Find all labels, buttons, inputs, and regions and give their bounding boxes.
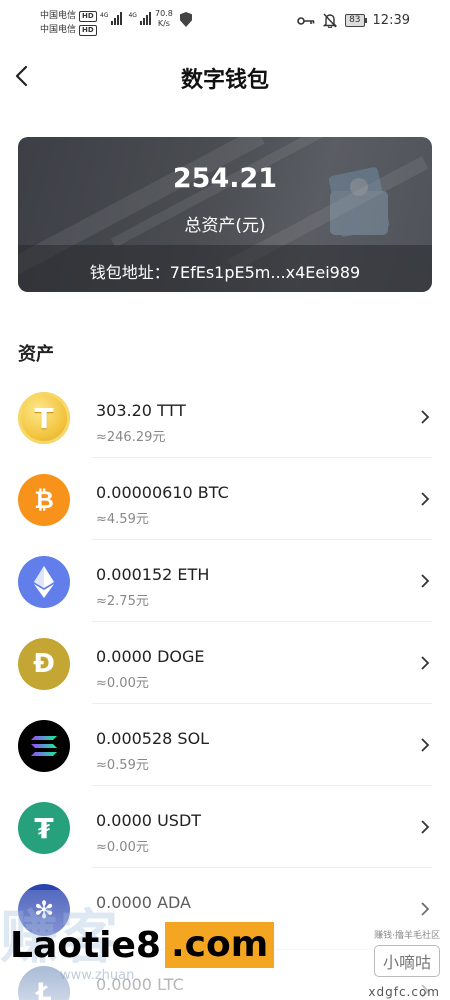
wallet-address[interactable]: 钱包地址：7EfEs1pE5m...x4Eei989 xyxy=(18,259,432,283)
watermark-url: www.zhuan xyxy=(60,968,135,983)
wallet-address-value: 7EfEs1pE5m...x4Eei989 xyxy=(169,263,361,282)
asset-value: ≈0.59元 xyxy=(96,758,149,773)
speed-value: 70.8 xyxy=(155,9,173,18)
solana-icon xyxy=(18,720,70,772)
doge-glyph: Ð xyxy=(33,649,55,679)
system-status: 83 12:39 xyxy=(297,13,410,28)
hd-badge-2: HD xyxy=(79,24,97,36)
chevron-right-icon xyxy=(421,902,430,916)
network-type-2: 4G xyxy=(128,12,137,19)
solana-glyph xyxy=(31,736,57,756)
key-icon xyxy=(297,16,315,25)
ltc-glyph: Ł xyxy=(36,978,52,1000)
asset-value: ≈0.00元 xyxy=(96,840,149,855)
signal-2-icon: 4G xyxy=(128,12,151,25)
asset-value: ≈2.75元 xyxy=(96,594,149,609)
wallet-summary-card: 254.21 总资产(元) 钱包地址：7EfEs1pE5m...x4Eei989 xyxy=(18,137,432,292)
tether-icon: ₮ xyxy=(18,802,70,854)
asset-amount: 0.000528 SOL xyxy=(96,729,210,748)
clock: 12:39 xyxy=(372,13,410,28)
btc-glyph: ₿ xyxy=(34,485,54,514)
chevron-right-icon xyxy=(421,820,430,834)
asset-value: ≈246.29元 xyxy=(96,430,166,445)
asset-amount: 0.0000 DOGE xyxy=(96,647,205,666)
battery-icon: 83 xyxy=(345,14,368,27)
page-title: 数字钱包 xyxy=(180,68,269,93)
asset-amount: 0.0000 USDT xyxy=(96,811,202,830)
chevron-right-icon xyxy=(421,492,430,506)
asset-row-ttt[interactable]: T 303.20 TTT ≈246.29元 xyxy=(0,376,450,458)
status-bar: 中国电信 HD 中国电信 HD 4G 4G 70.8 K/s 83 12:39 xyxy=(0,0,450,44)
shield-icon xyxy=(180,12,192,27)
asset-amount: 0.00000610 BTC xyxy=(96,483,229,502)
bitcoin-icon: ₿ xyxy=(18,474,70,526)
ttt-coin-icon: T xyxy=(18,392,70,444)
usdt-glyph: ₮ xyxy=(34,811,54,845)
signal-indicators: 4G 4G xyxy=(100,12,151,25)
asset-row-eth[interactable]: 0.000152 ETH ≈2.75元 xyxy=(0,540,450,622)
watermark-logo-text: Laotie8 xyxy=(10,924,161,966)
carrier-1: 中国电信 xyxy=(40,11,77,21)
network-speed: 70.8 K/s xyxy=(155,9,173,29)
mute-bell-icon xyxy=(323,13,338,28)
ttt-glyph: T xyxy=(34,401,54,435)
watermark-right: 赚钱·撸羊毛社区 小嘀咕 xdgfc.com xyxy=(368,928,440,999)
speed-unit: K/s xyxy=(157,19,170,28)
watermark-right-site: xdgfc.com xyxy=(368,985,440,999)
carrier-2: 中国电信 xyxy=(40,25,77,35)
wallet-address-label: 钱包地址： xyxy=(89,263,170,282)
asset-row-btc[interactable]: ₿ 0.00000610 BTC ≈4.59元 xyxy=(0,458,450,540)
asset-row-usdt[interactable]: ₮ 0.0000 USDT ≈0.00元 xyxy=(0,786,450,868)
dogecoin-icon: Ð xyxy=(18,638,70,690)
chevron-right-icon xyxy=(421,738,430,752)
app-header: 数字钱包 xyxy=(0,52,450,100)
watermark-logo-suffix: .com xyxy=(164,922,275,968)
ethereum-glyph xyxy=(34,566,54,598)
network-type-1: 4G xyxy=(100,12,109,19)
watermark-right-badge: 小嘀咕 xyxy=(373,945,440,977)
signal-1-icon: 4G xyxy=(100,12,123,25)
watermark-logo: Laotie8 .com xyxy=(10,922,275,968)
asset-value: ≈4.59元 xyxy=(96,512,149,527)
asset-row-doge[interactable]: Ð 0.0000 DOGE ≈0.00元 xyxy=(0,622,450,704)
total-assets-value: 254.21 xyxy=(172,163,278,194)
watermark-right-small: 赚钱·撸羊毛社区 xyxy=(374,931,440,941)
ethereum-icon xyxy=(18,556,70,608)
chevron-right-icon xyxy=(421,410,430,424)
assets-section-title: 资产 xyxy=(18,344,54,365)
chevron-right-icon xyxy=(421,574,430,588)
chevron-right-icon xyxy=(421,656,430,670)
asset-amount: 303.20 TTT xyxy=(96,401,186,420)
asset-amount: 0.000152 ETH xyxy=(96,565,210,584)
asset-value: ≈0.00元 xyxy=(96,676,149,691)
total-assets-label: 总资产(元) xyxy=(184,216,266,236)
asset-row-sol[interactable]: 0.000528 SOL ≈0.59元 xyxy=(0,704,450,786)
carrier-info: 中国电信 HD 中国电信 HD xyxy=(40,9,97,37)
hd-badge-1: HD xyxy=(79,10,97,22)
